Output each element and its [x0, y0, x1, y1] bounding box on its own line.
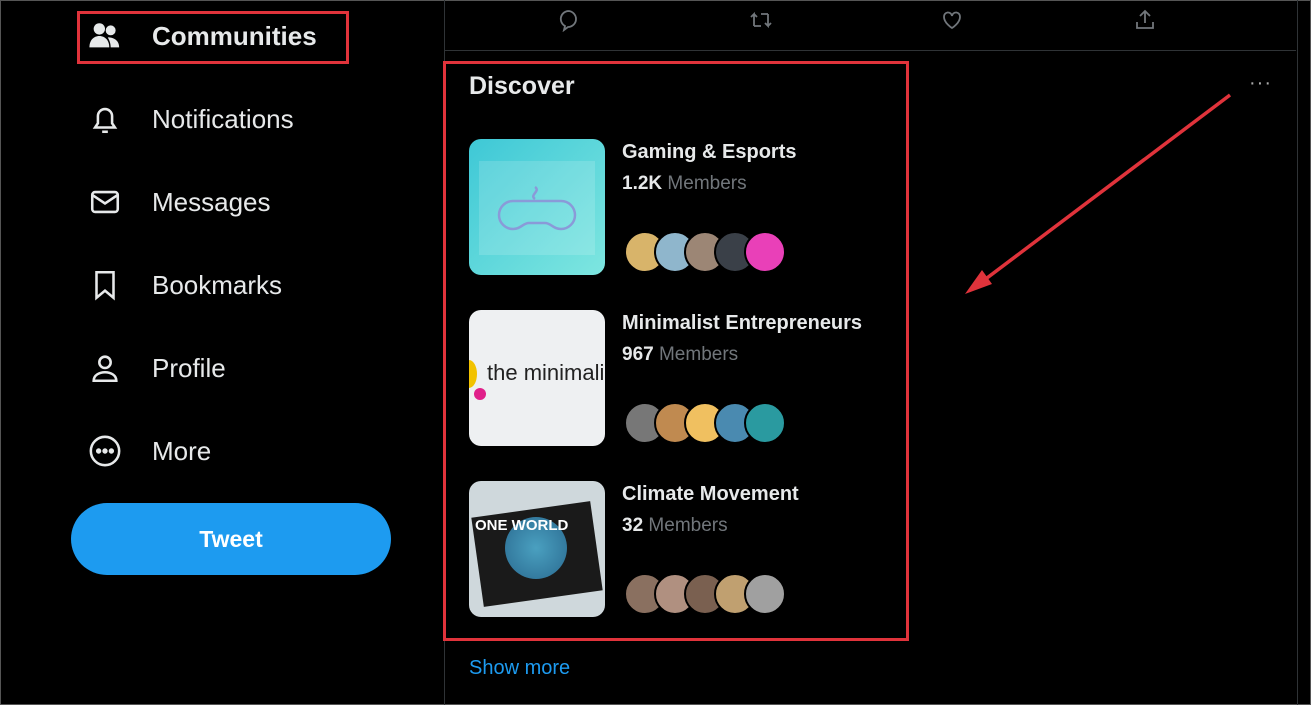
annotation-arrow	[965, 93, 1232, 294]
